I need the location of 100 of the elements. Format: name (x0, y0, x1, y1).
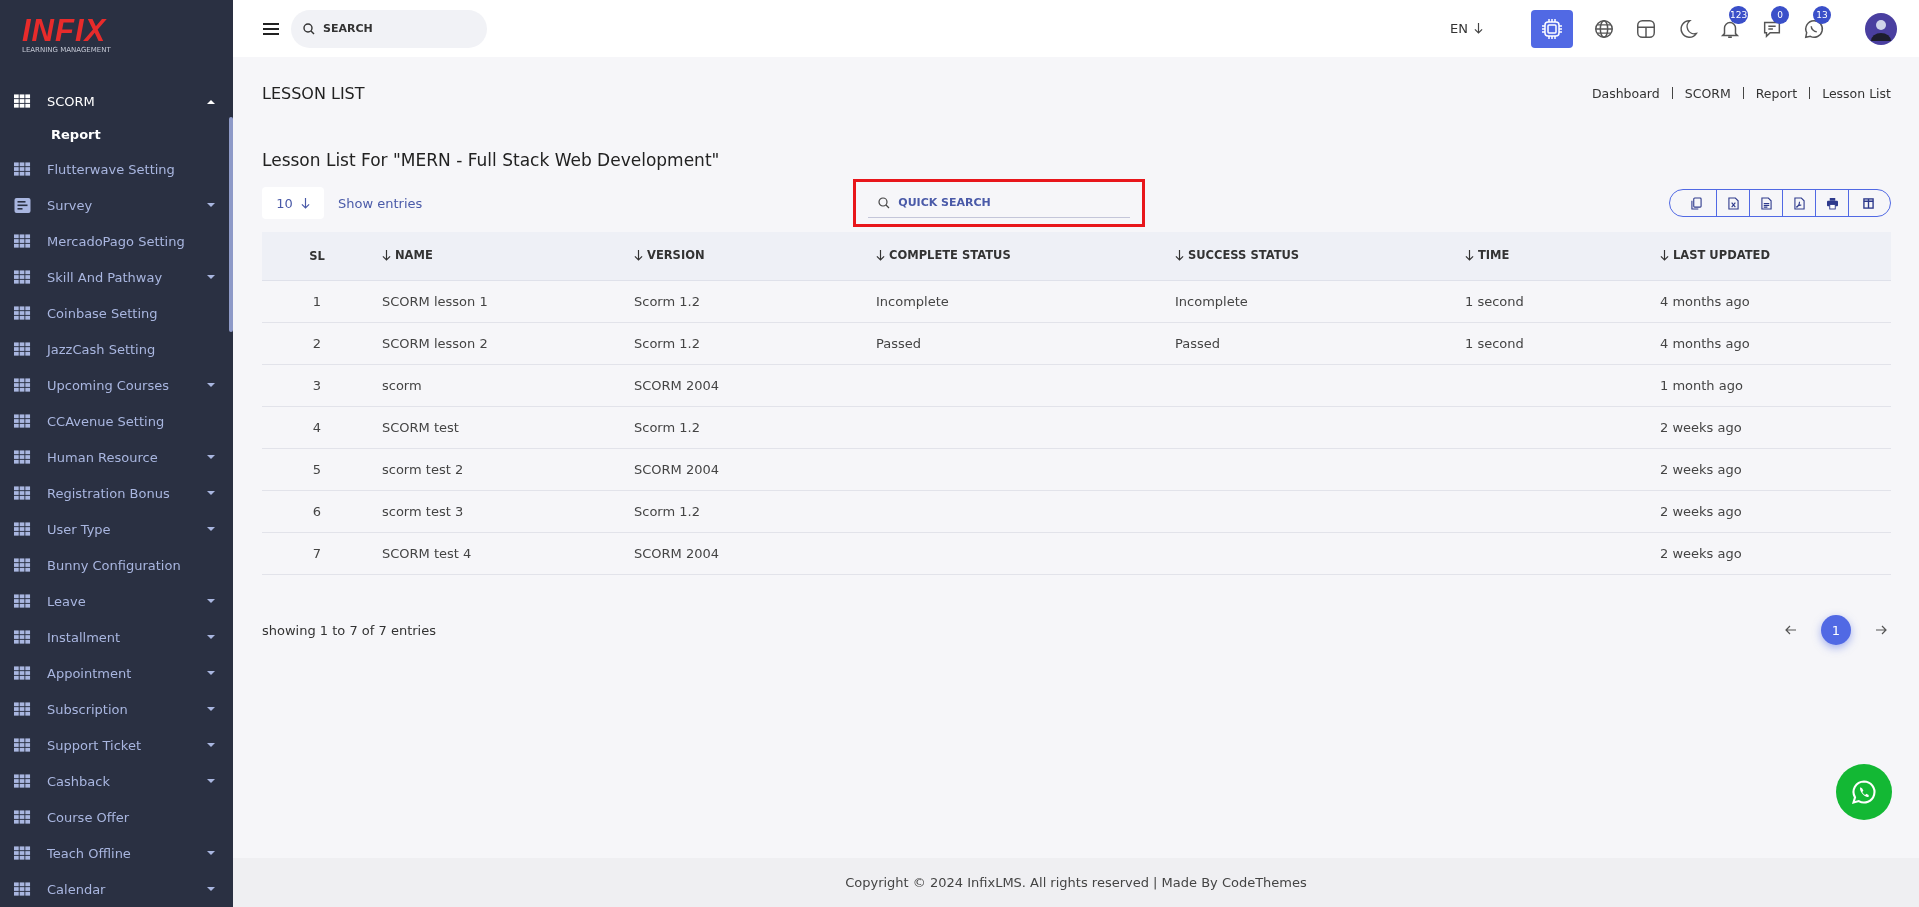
layout-icon[interactable] (1635, 17, 1657, 40)
scrollbar-thumb[interactable] (229, 117, 233, 332)
sort-arrow-icon (1660, 249, 1669, 261)
excel-file-icon (1727, 196, 1739, 210)
sidebar-item[interactable]: Course Offer (0, 799, 233, 835)
chat-count: 13 (1813, 5, 1831, 24)
sidebar-item[interactable]: Installment (0, 619, 233, 655)
sidebar-item[interactable]: Leave (0, 583, 233, 619)
column-header[interactable]: VERSION (634, 248, 705, 263)
grid-icon (14, 269, 31, 285)
grid-icon (14, 161, 31, 177)
breadcrumb-link[interactable]: Dashboard (1591, 85, 1660, 101)
arrow-down-icon (300, 197, 310, 209)
sort-arrow-icon (634, 249, 643, 261)
column-header[interactable]: COMPLETE STATUS (876, 248, 1011, 263)
sidebar-item[interactable]: Bunny Configuration (0, 547, 233, 583)
caret-icon (207, 706, 215, 712)
table-cell: 2 weeks ago (1660, 462, 1742, 477)
table-cell: Scorm 1.2 (634, 294, 700, 309)
table-cell: SCORM test (382, 420, 459, 435)
sidebar-item[interactable]: Support Ticket (0, 727, 233, 763)
quick-search-field[interactable]: QUICK SEARCH (868, 188, 1131, 218)
grid-icon (14, 701, 31, 717)
sidebar-item[interactable]: CCAvenue Setting (0, 403, 233, 439)
table-cell: 3 (312, 378, 322, 393)
sidebar-item[interactable]: Upcoming Courses (0, 367, 233, 403)
whatsapp-icon (1850, 778, 1878, 806)
caret-icon (207, 454, 215, 460)
column-header[interactable]: SUCCESS STATUS (1175, 248, 1300, 263)
search-icon (878, 197, 891, 209)
arrow-down-icon (1474, 23, 1483, 34)
copy-icon (1690, 196, 1702, 210)
entries-summary: showing 1 to 7 of 7 entries (262, 622, 436, 638)
document-icon (1760, 196, 1772, 210)
moon-icon[interactable] (1677, 17, 1699, 40)
table-cell: 1 (312, 294, 322, 309)
column-header[interactable]: SL (309, 249, 325, 263)
caret-icon (207, 526, 215, 532)
caret-icon (207, 202, 215, 208)
sidebar-item[interactable]: Appointment (0, 655, 233, 691)
sidebar-item[interactable]: Coinbase Setting (0, 295, 233, 331)
grid-icon (14, 233, 31, 249)
sidebar-item[interactable]: SCORM (0, 83, 233, 119)
sidebar-item[interactable]: Flutterwave Setting (0, 151, 233, 187)
sidebar-item[interactable]: Registration Bonus (0, 475, 233, 511)
language-selector[interactable]: EN (1444, 20, 1489, 37)
grid-icon (14, 485, 31, 501)
page-button[interactable]: 1 (1821, 615, 1851, 645)
notification-count: 123 (1729, 5, 1749, 24)
table-cell: Passed (1175, 336, 1221, 351)
next-page-icon[interactable] (1875, 625, 1887, 635)
copyright-text: Copyright © 2024 InfixLMS. All rights reserved | Made By CodeThemes (845, 875, 1307, 890)
grid-icon (14, 665, 31, 681)
menu-icon[interactable] (263, 22, 279, 35)
column-header[interactable]: TIME (1465, 248, 1510, 263)
table-cell: 4 months ago (1660, 336, 1750, 351)
column-header[interactable]: NAME (382, 248, 433, 263)
message-count: 0 (1771, 5, 1789, 24)
chat-phone-icon[interactable] (1803, 17, 1825, 40)
sidebar-item[interactable]: User Type (0, 511, 233, 547)
globe-icon[interactable] (1593, 17, 1615, 40)
column-header[interactable]: LAST UPDATED (1660, 248, 1770, 263)
sidebar-item[interactable]: JazzCash Setting (0, 331, 233, 367)
grid-icon (14, 377, 31, 393)
table-cell: 1 second (1465, 336, 1524, 351)
grid-icon (14, 773, 31, 789)
table-cell: SCORM lesson 2 (382, 336, 488, 351)
sidebar-item[interactable]: Human Resource (0, 439, 233, 475)
table-cell: 2 weeks ago (1660, 546, 1742, 561)
sidebar-item[interactable]: Survey (0, 187, 233, 223)
ai-chip-button[interactable] (1531, 9, 1573, 48)
sidebar-subitem[interactable]: Report (0, 119, 233, 151)
breadcrumb-link[interactable]: SCORM (1684, 85, 1731, 101)
table-cell: Incomplete (1175, 294, 1248, 309)
caret-icon (207, 382, 215, 388)
sidebar-item[interactable]: Skill And Pathway (0, 259, 233, 295)
breadcrumb-link[interactable]: Lesson List (1822, 85, 1891, 101)
table-cell: 7 (312, 546, 322, 561)
table-cell: Scorm 1.2 (634, 336, 700, 351)
sidebar-item[interactable]: Teach Offline (0, 835, 233, 871)
grid-icon (14, 341, 31, 357)
breadcrumb-link[interactable]: Report (1755, 85, 1798, 101)
table-cell: 1 month ago (1660, 378, 1743, 393)
previous-page-icon[interactable] (1785, 625, 1797, 635)
whatsapp-chat-button[interactable] (1836, 764, 1892, 820)
table-cell: Incomplete (876, 294, 949, 309)
table-cell: 1 second (1465, 294, 1524, 309)
sidebar-item[interactable]: Cashback (0, 763, 233, 799)
avatar-silhouette[interactable] (1865, 12, 1897, 45)
sidebar-item[interactable]: Subscription (0, 691, 233, 727)
table-cell: 4 (312, 420, 322, 435)
sidebar-item[interactable]: Calendar (0, 871, 233, 907)
search-field[interactable]: SEARCH (291, 9, 487, 48)
table-cell: 2 weeks ago (1660, 420, 1742, 435)
table-cell: 2 weeks ago (1660, 504, 1742, 519)
caret-icon (207, 778, 215, 784)
table-cell: SCORM lesson 1 (382, 294, 488, 309)
page-size-select[interactable]: 10 (262, 187, 324, 219)
grid-icon (14, 305, 31, 321)
sidebar-item[interactable]: MercadoPago Setting (0, 223, 233, 259)
